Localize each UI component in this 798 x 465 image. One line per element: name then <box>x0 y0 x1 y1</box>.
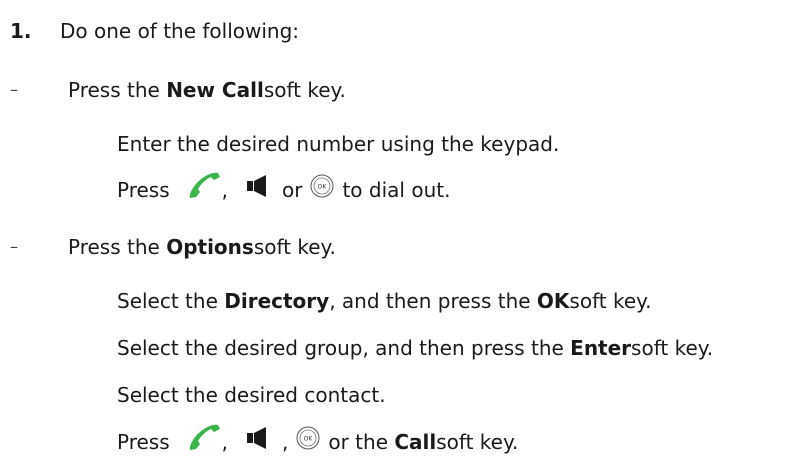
comma-separator: , <box>221 430 228 454</box>
option2-sub1: Select the Directory, and then press the… <box>117 286 651 316</box>
option2-line: Press the Options soft key. <box>68 232 336 262</box>
sub1-text-a: Select the <box>117 289 218 313</box>
option1-line: Press the New Call soft key. <box>68 75 346 105</box>
dash-bullet: – <box>10 237 18 256</box>
dash-bullet: – <box>10 80 18 99</box>
ok-key-icon: OK <box>310 174 334 206</box>
option2-sub3: Select the desired contact. <box>117 383 386 407</box>
option2-sub2: Select the desired group, and then press… <box>117 333 713 363</box>
sub1-text-c: , and then press the <box>329 289 531 313</box>
speakerphone-icon <box>246 427 270 457</box>
ok-softkey-label: OK <box>536 289 570 313</box>
or-the-word: or the <box>328 430 388 454</box>
options-softkey-label: Options <box>166 235 254 259</box>
or-word: or <box>282 178 303 202</box>
step-text: Do one of the following: <box>60 19 300 43</box>
svg-text:OK: OK <box>304 436 314 443</box>
option2-suffix: soft key. <box>253 235 336 259</box>
comma-separator: , <box>221 178 228 202</box>
option1-suffix: soft key. <box>263 78 346 102</box>
enter-softkey-label: Enter <box>570 336 632 360</box>
press-word: Press <box>117 430 170 454</box>
speakerphone-icon <box>246 175 270 205</box>
step-number: 1. <box>10 19 32 43</box>
sub2-text-c: soft key. <box>631 336 714 360</box>
option1-prefix: Press the <box>68 78 160 102</box>
dial-out-text: to dial out. <box>342 178 451 202</box>
option2-prefix: Press the <box>68 235 160 259</box>
sub1-text-e: soft key. <box>569 289 652 313</box>
press-word: Press <box>117 178 170 202</box>
call-softkey-suffix: soft key. <box>436 430 519 454</box>
option1-sub1: Enter the desired number using the keypa… <box>117 132 560 156</box>
handset-icon <box>186 423 222 461</box>
directory-label: Directory <box>224 289 330 313</box>
option2-sub4: Press , , OK or the Call soft key. <box>117 424 519 458</box>
comma-separator: , <box>282 430 289 454</box>
option1-sub2: Press , or OK to dial out. <box>117 172 451 206</box>
handset-icon <box>186 171 222 209</box>
ok-key-icon: OK <box>296 426 320 458</box>
svg-text:OK: OK <box>318 184 328 191</box>
sub2-text-a: Select the desired group, and then press… <box>117 336 564 360</box>
call-softkey-label: Call <box>394 430 437 454</box>
new-call-softkey-label: New Call <box>166 78 264 102</box>
